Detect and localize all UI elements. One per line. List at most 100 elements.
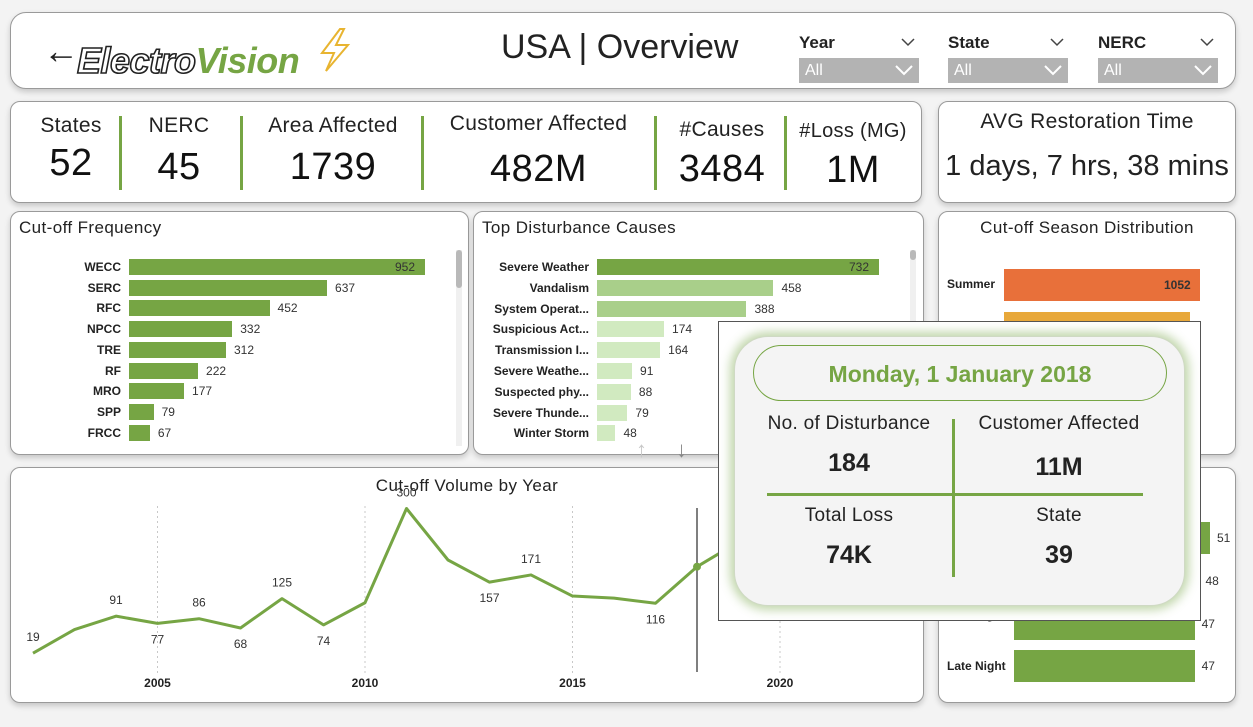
bar[interactable] <box>129 300 270 317</box>
bar-row[interactable]: WECC 952 <box>11 259 468 275</box>
bar[interactable] <box>129 424 150 441</box>
bar-value-label: 48 <box>1205 574 1219 588</box>
kpi-divider <box>654 116 657 190</box>
bar-category-label: Winter Storm <box>513 426 589 441</box>
chevron-down-icon[interactable] <box>1200 35 1214 49</box>
bar-row[interactable]: Severe Weather 732 <box>474 259 923 275</box>
kpi-states: States 52 <box>21 102 121 185</box>
bar-row[interactable]: NPCC 332 <box>11 321 468 338</box>
state-filter[interactable]: State All <box>948 33 1068 83</box>
kpi-label: Customer Affected <box>449 112 628 135</box>
kpi-nerc: NERC 45 <box>129 102 229 189</box>
bar-value-label: 47 <box>1201 617 1215 631</box>
logo-word-vision: Vision <box>195 40 300 81</box>
bar[interactable] <box>597 279 774 296</box>
bar[interactable] <box>129 403 154 420</box>
bar[interactable] <box>129 341 226 358</box>
bar-category-label: Severe Weather <box>499 260 589 274</box>
kpi-divider <box>784 116 787 190</box>
drill-down-arrow-icon[interactable]: ↓ <box>676 437 687 463</box>
scrollbar-thumb[interactable] <box>456 250 462 288</box>
bar-category-label: Severe Thunde... <box>492 405 589 420</box>
state-filter-select[interactable]: All <box>948 58 1068 83</box>
bar-row[interactable]: SPP 79 <box>11 403 468 420</box>
x-tick-label: 2015 <box>559 676 586 690</box>
data-label: 171 <box>521 552 541 566</box>
bar[interactable] <box>129 321 233 338</box>
bar[interactable] <box>597 425 616 442</box>
tooltip-value: 74K <box>826 541 872 569</box>
bar-row[interactable]: System Operat... 388 <box>474 300 923 317</box>
bar-row[interactable]: Late Night 47 <box>939 650 1235 682</box>
kpi-value: 45 <box>157 146 201 188</box>
scrollbar-thumb[interactable] <box>910 250 916 260</box>
year-filter-select[interactable]: All <box>799 58 919 83</box>
tooltip-divider <box>952 419 955 577</box>
state-filter-value: All <box>954 62 972 79</box>
bar-row[interactable]: MRO 177 <box>11 383 468 400</box>
bar[interactable] <box>129 362 199 379</box>
tooltip-label: State <box>1036 505 1082 526</box>
year-filter[interactable]: Year All <box>799 33 919 83</box>
kpi-value: 1M <box>826 149 880 191</box>
year-filter-value: All <box>805 62 823 79</box>
bar-row[interactable]: RFC 452 <box>11 300 468 317</box>
bar-value-label: 732 <box>849 260 870 274</box>
tooltip-divider <box>767 493 1143 496</box>
bar-value-label: 177 <box>192 384 213 399</box>
tooltip-value: 184 <box>828 449 870 477</box>
bar[interactable] <box>597 259 879 275</box>
kpi-divider <box>240 116 243 190</box>
nerc-filter[interactable]: NERC All <box>1098 33 1218 83</box>
x-tick-label: 2020 <box>767 676 794 690</box>
kpi-label: NERC <box>148 114 210 137</box>
kpi-label: #Loss (MG) <box>799 120 907 142</box>
bar[interactable] <box>597 300 747 317</box>
bar-category-label: WECC <box>84 260 121 274</box>
data-label: 116 <box>646 612 665 626</box>
bar[interactable] <box>597 383 631 400</box>
hover-point[interactable] <box>693 562 701 571</box>
scrollbar[interactable] <box>456 250 462 446</box>
page-title: USA | Overview <box>501 28 739 66</box>
bar[interactable] <box>597 342 661 359</box>
bar-row[interactable]: Summer 1052 <box>939 269 1235 301</box>
data-label: 19 <box>26 630 40 644</box>
bar-value-label: 952 <box>395 260 416 274</box>
bar-value-label: 637 <box>335 280 356 295</box>
bar-category-label: Transmission I... <box>494 343 589 358</box>
kpi-label: States <box>40 114 102 137</box>
bar[interactable] <box>597 363 633 379</box>
bar-row[interactable]: RF 222 <box>11 362 468 379</box>
tooltip-value: 39 <box>1045 541 1073 569</box>
bar[interactable] <box>1014 650 1195 682</box>
data-label: 157 <box>479 591 499 605</box>
bar-value-label: 452 <box>277 301 298 316</box>
bar-category-label: RFC <box>96 301 121 316</box>
bar-row[interactable]: SERC 637 <box>11 279 468 296</box>
logo: ElectroVision <box>76 39 300 82</box>
kpi-card: States 52 NERC 45 Area Affected 1739 Cus… <box>10 101 922 203</box>
bar[interactable] <box>129 279 328 296</box>
bar[interactable] <box>129 259 425 275</box>
bar-value-label: 174 <box>672 322 693 337</box>
chevron-down-icon <box>1194 65 1212 76</box>
drill-up-arrow-icon[interactable]: ↑ <box>636 437 647 463</box>
date-tooltip: Monday, 1 January 2018 No. of Disturbanc… <box>734 336 1185 606</box>
bar[interactable] <box>597 321 665 338</box>
series-line[interactable] <box>32 507 740 655</box>
chevron-down-icon <box>895 65 913 76</box>
bar-category-label: TRE <box>97 342 121 357</box>
bar-row[interactable]: FRCC 67 <box>11 424 468 441</box>
chevron-down-icon[interactable] <box>1050 35 1064 49</box>
bar-row[interactable]: Vandalism 458 <box>474 279 923 296</box>
bar-row[interactable]: TRE 312 <box>11 341 468 358</box>
chevron-down-icon[interactable] <box>901 35 915 49</box>
panel-title: Cut-off Season Distribution <box>980 218 1194 237</box>
bar[interactable] <box>597 404 628 421</box>
kpi-loss: #Loss (MG) 1M <box>791 102 915 192</box>
bar-value-label: 332 <box>240 322 261 337</box>
nerc-filter-select[interactable]: All <box>1098 58 1218 83</box>
back-arrow-icon[interactable]: ← <box>43 33 79 69</box>
bar[interactable] <box>129 383 185 400</box>
